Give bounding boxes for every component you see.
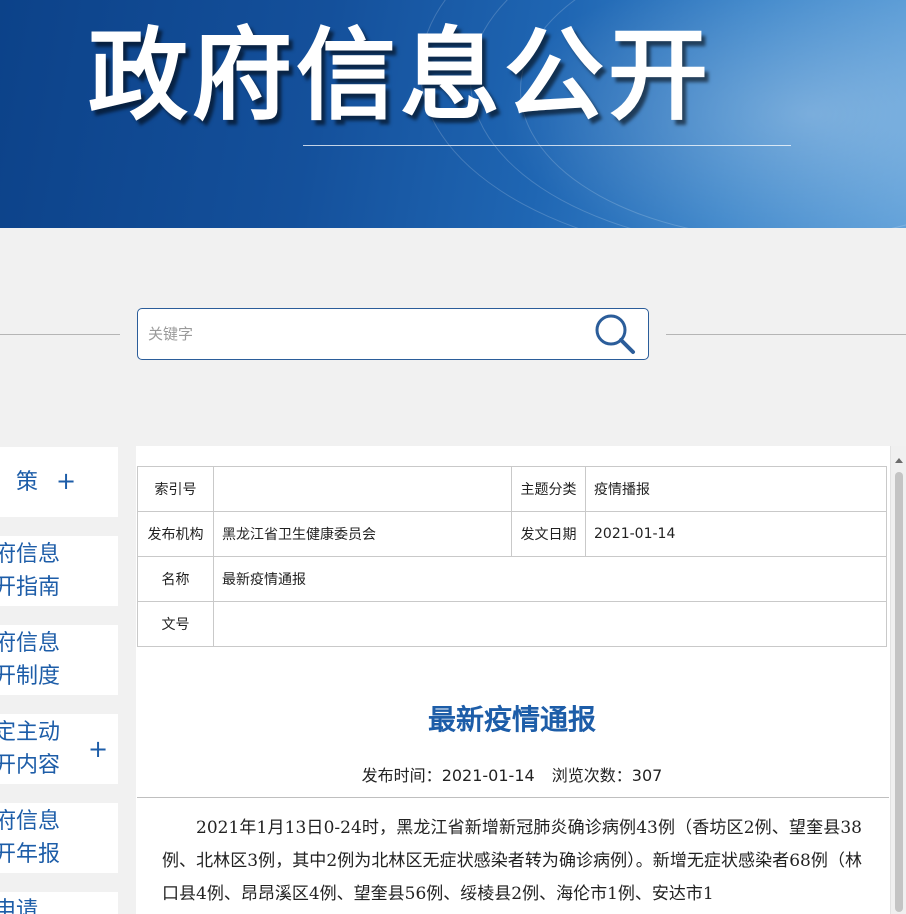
expand-plus-icon[interactable]: +: [88, 733, 108, 766]
category-label: 主题分类: [511, 466, 586, 512]
sidebar-item-label-line2: 开制度: [0, 664, 61, 689]
date-value: 2021-01-14: [585, 511, 887, 557]
table-row: 名称 最新疫情通报: [137, 556, 887, 602]
article-meta: 发布时间：2021-01-14 浏览次数：307: [137, 762, 887, 786]
article-body: 2021年1月13日0-24时，黑龙江省新增新冠肺炎确诊病例43例（香坊区2例、…: [162, 818, 862, 904]
publish-time-value: 2021-01-14: [441, 766, 535, 785]
date-label: 发文日期: [511, 511, 586, 557]
publish-time: 发布时间：2021-01-14: [362, 766, 535, 785]
sidebar-item-active-disclosure[interactable]: 定主动 开内容 +: [0, 714, 118, 784]
scrollbar[interactable]: [890, 446, 906, 914]
name-label: 名称: [137, 556, 214, 602]
sidebar-item-label-line1: 申请: [0, 898, 39, 914]
search-box: [137, 308, 649, 360]
publisher-value: 黑龙江省卫生健康委员会: [213, 511, 512, 557]
sidebar-item-label: 策: [16, 470, 39, 495]
article-title: 最新疫情通报: [427, 703, 596, 736]
scroll-up-arrow-icon[interactable]: [895, 458, 903, 463]
sidebar-item-policy[interactable]: 策 +: [0, 447, 118, 517]
sidebar-item-label-line2: 开内容: [0, 753, 61, 778]
sidebar-item-label-line1: 府信息: [0, 631, 61, 656]
banner-title: 政府信息公开: [88, 17, 712, 134]
sidebar-item-system[interactable]: 府信息 开制度: [0, 625, 118, 695]
view-count-value: 307: [631, 766, 663, 785]
sidebar-item-label-line2: 开年报: [0, 842, 61, 867]
document-info-table: 索引号 主题分类 疫情播报 发布机构 黑龙江省卫生健康委员会 发文日期 2021…: [137, 466, 887, 647]
sidebar-item-label-line1: 府信息: [0, 542, 61, 567]
sidebar-item-annual-report[interactable]: 府信息 开年报: [0, 803, 118, 873]
sidebar-item-guide[interactable]: 府信息 开指南: [0, 536, 118, 606]
sidebar-item-label-line2: 开指南: [0, 575, 61, 600]
view-count-label: 浏览次数：: [551, 766, 632, 785]
expand-plus-icon[interactable]: +: [56, 465, 76, 498]
publish-time-label: 发布时间：: [361, 766, 442, 785]
sidebar-item-application[interactable]: 申请: [0, 892, 118, 914]
search-input[interactable]: [148, 319, 578, 349]
table-row: 发布机构 黑龙江省卫生健康委员会 发文日期 2021-01-14: [137, 511, 887, 557]
index-value: [213, 466, 512, 512]
search-divider-left: [0, 334, 120, 335]
search-icon[interactable]: [592, 312, 638, 356]
sidebar-item-label-line1: 府信息: [0, 809, 61, 834]
search-divider-right: [666, 334, 906, 335]
publisher-label: 发布机构: [137, 511, 214, 557]
banner-divider: [303, 145, 791, 146]
category-value: 疫情播报: [585, 466, 887, 512]
header-banner: 政府信息公开: [0, 0, 906, 228]
docno-label: 文号: [137, 601, 214, 647]
table-row: 文号: [137, 601, 887, 647]
sidebar-item-label-line1: 定主动: [0, 720, 61, 745]
index-label: 索引号: [137, 466, 214, 512]
scrollbar-thumb[interactable]: [895, 472, 903, 912]
article-divider: [137, 797, 889, 798]
view-count: 浏览次数：307: [552, 766, 663, 785]
docno-value: [213, 601, 887, 647]
name-value: 最新疫情通报: [213, 556, 887, 602]
table-row: 索引号 主题分类 疫情播报: [137, 466, 887, 512]
